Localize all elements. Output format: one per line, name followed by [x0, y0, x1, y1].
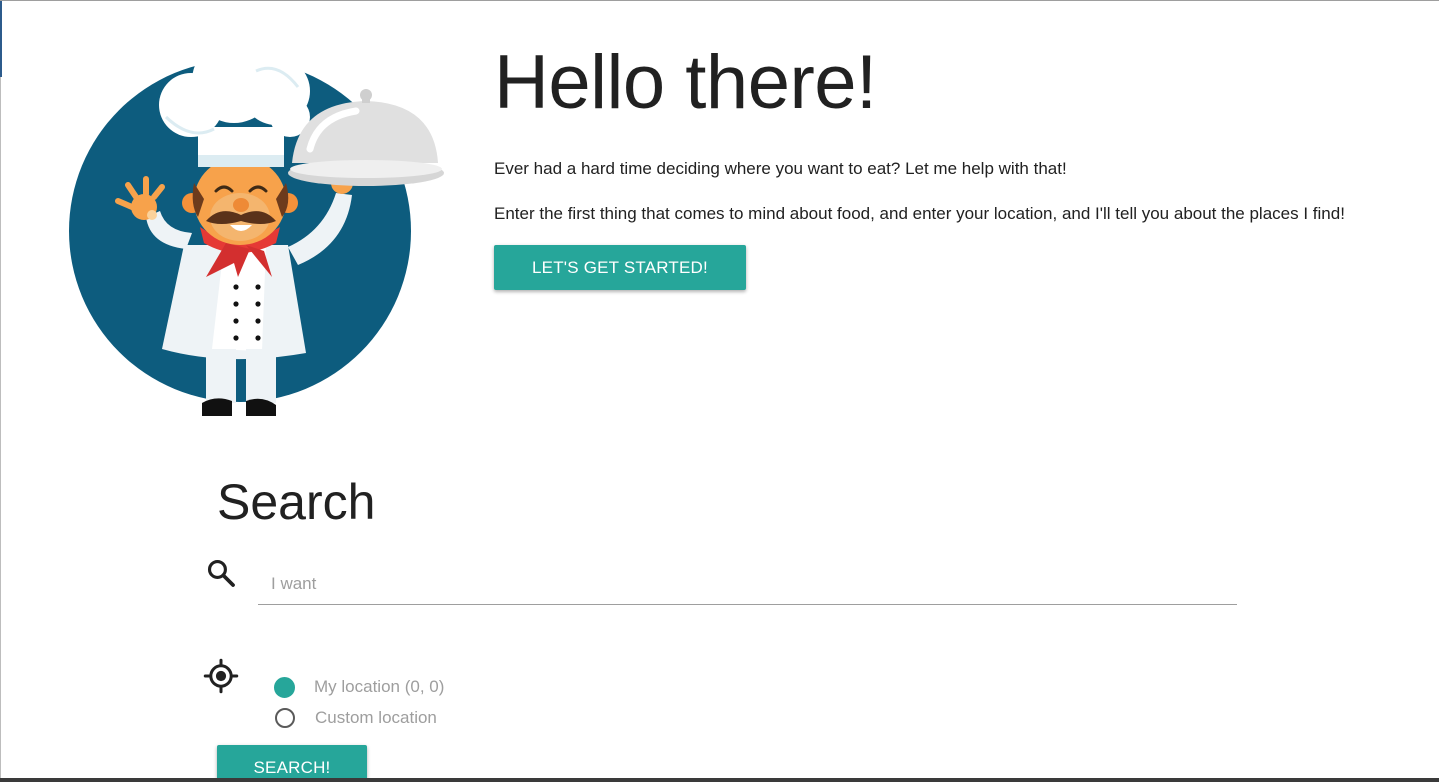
chef-illustration — [69, 39, 444, 416]
location-option-my-location[interactable]: My location (0, 0) — [274, 675, 445, 699]
window-edge — [0, 77, 1, 782]
search-section-title: Search — [217, 474, 376, 530]
search-icon — [207, 559, 235, 587]
bottom-edge — [0, 778, 1439, 782]
radio-custom-location-unchecked[interactable] — [275, 708, 295, 728]
hero-title: Hello there! — [494, 40, 877, 125]
search-input[interactable] — [258, 563, 1237, 605]
gps-target-icon — [203, 658, 239, 694]
location-option-custom-location[interactable]: Custom location — [275, 706, 437, 730]
search-submit-button[interactable]: SEARCH! — [217, 745, 367, 782]
hero-intro-text: Ever had a hard time deciding where you … — [494, 159, 1067, 178]
location-option-label: My location (0, 0) — [314, 677, 445, 696]
window-edge-accent — [0, 1, 2, 77]
hero-instructions-text: Enter the first thing that comes to mind… — [494, 204, 1345, 223]
location-option-label: Custom location — [315, 708, 437, 727]
page: Hello there! Ever had a hard time decidi… — [0, 0, 1439, 782]
get-started-button[interactable]: LET'S GET STARTED! — [494, 245, 746, 290]
radio-my-location-checked[interactable] — [274, 676, 295, 698]
